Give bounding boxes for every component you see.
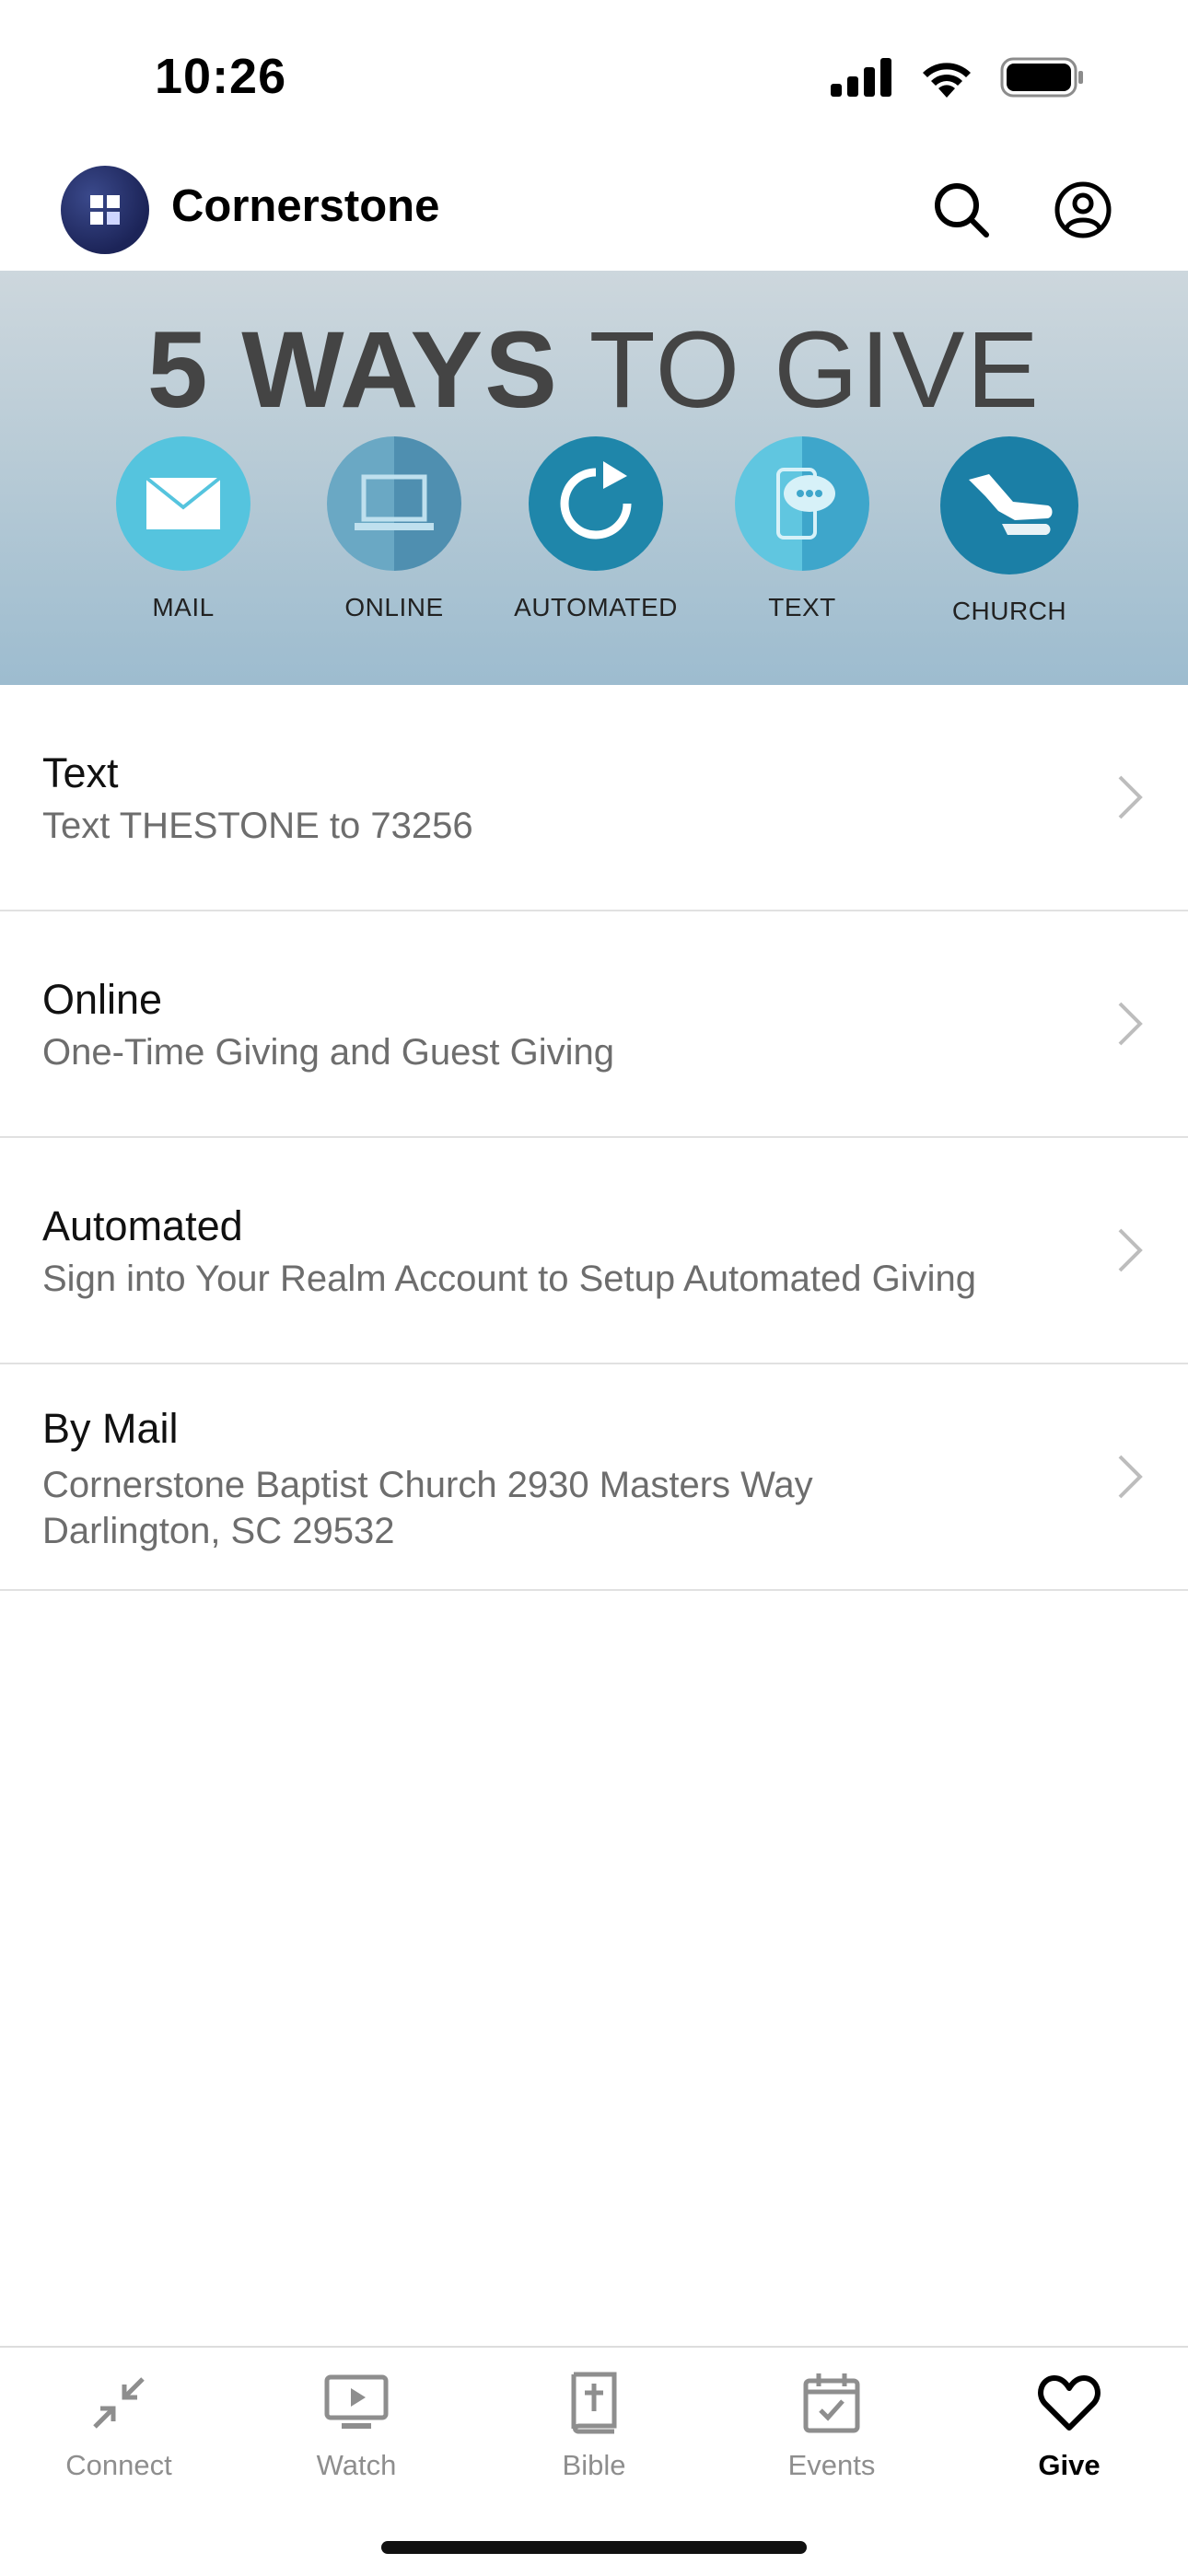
calendar-check-icon: [795, 2366, 868, 2440]
tab-events[interactable]: Events: [713, 2366, 950, 2482]
chevron-right-icon: [1118, 1228, 1143, 1272]
give-option-text[interactable]: Text Text THESTONE to 73256: [0, 685, 1188, 911]
give-options-list: Text Text THESTONE to 73256 Online One-T…: [0, 685, 1188, 1591]
envelope-icon: [116, 436, 250, 571]
tab-label: Connect: [65, 2449, 172, 2481]
way-label: CHURCH: [951, 597, 1067, 625]
option-title: Online: [42, 976, 163, 1023]
battery-icon: [1000, 57, 1083, 98]
way-online: ONLINE: [302, 436, 486, 622]
give-option-online[interactable]: Online One-Time Giving and Guest Giving: [0, 911, 1188, 1138]
banner-title: 5 WAYS TO GIVE: [0, 307, 1188, 433]
way-label: ONLINE: [344, 593, 444, 621]
way-label: TEXT: [768, 593, 836, 621]
wifi-icon: [923, 63, 971, 98]
option-subtitle: Cornerstone Baptist Church 2930 Masters …: [42, 1465, 813, 1551]
ways-to-give-banner: 5 WAYS TO GIVE MAIL ONLINE AUTOMATED TEX…: [0, 271, 1188, 685]
option-subtitle: Sign into Your Realm Account to Setup Au…: [42, 1259, 976, 1299]
tab-bible[interactable]: Bible: [475, 2366, 713, 2482]
way-automated: AUTOMATED: [504, 436, 688, 622]
home-indicator[interactable]: [381, 2541, 807, 2554]
chevron-right-icon: [1118, 1002, 1143, 1046]
bible-icon: [557, 2366, 631, 2440]
status-time: 10:26: [155, 49, 287, 104]
laptop-icon: [327, 436, 461, 571]
way-label: MAIL: [152, 593, 215, 621]
heart-icon: [1032, 2366, 1106, 2440]
chevron-right-icon: [1118, 1455, 1143, 1499]
logo-mark-icon: [90, 195, 120, 225]
signal-icon: [831, 58, 891, 97]
play-screen-icon: [320, 2366, 393, 2440]
chevron-right-icon: [1118, 775, 1143, 819]
way-text: TEXT: [710, 436, 894, 622]
church-logo: [61, 166, 149, 254]
tab-label: Events: [787, 2449, 876, 2481]
refresh-icon: [529, 436, 663, 571]
status-icons: [831, 57, 1085, 98]
option-subtitle: Text THESTONE to 73256: [42, 806, 473, 846]
search-button[interactable]: [926, 175, 996, 245]
way-mail: MAIL: [91, 436, 275, 622]
banner-title-rest: TO GIVE: [588, 309, 1042, 431]
way-church: CHURCH: [917, 436, 1101, 626]
chat-phone-icon: [735, 436, 869, 571]
tab-give[interactable]: Give: [950, 2366, 1188, 2482]
option-title: By Mail: [42, 1405, 179, 1452]
search-icon: [935, 183, 989, 238]
status-bar: 10:26: [0, 0, 1188, 147]
app-title: Cornerstone: [171, 181, 440, 231]
tab-watch[interactable]: Watch: [238, 2366, 475, 2482]
giving-hands-icon: [940, 436, 1078, 574]
tab-label: Give: [1038, 2449, 1101, 2481]
profile-button[interactable]: [1048, 175, 1118, 245]
option-title: Automated: [42, 1202, 243, 1249]
give-option-by-mail[interactable]: By Mail Cornerstone Baptist Church 2930 …: [0, 1364, 1188, 1591]
profile-icon: [1054, 181, 1112, 238]
app-header: Cornerstone: [0, 147, 1188, 271]
connect-arrows-icon: [82, 2366, 156, 2440]
tab-label: Bible: [562, 2449, 626, 2481]
tab-connect[interactable]: Connect: [0, 2366, 238, 2482]
give-option-automated[interactable]: Automated Sign into Your Realm Account t…: [0, 1138, 1188, 1364]
way-label: AUTOMATED: [514, 593, 678, 621]
banner-title-bold: 5 WAYS: [146, 309, 559, 431]
option-title: Text: [42, 749, 119, 796]
tab-label: Watch: [316, 2449, 397, 2481]
option-subtitle: One-Time Giving and Guest Giving: [42, 1032, 614, 1073]
